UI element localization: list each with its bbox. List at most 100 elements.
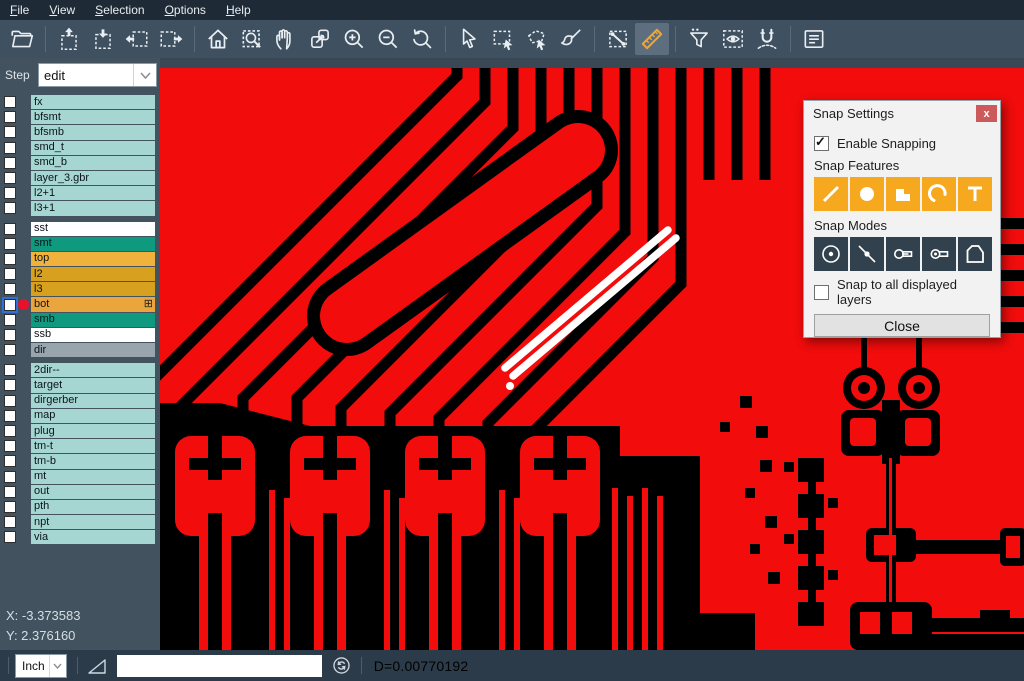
unit-select[interactable]: Inch <box>15 654 67 678</box>
pan-up-button[interactable] <box>52 23 86 55</box>
snap-settings-button[interactable] <box>750 23 784 55</box>
layer-visibility-checkbox[interactable] <box>4 344 16 356</box>
layer-visibility-checkbox[interactable] <box>4 111 16 123</box>
command-input[interactable] <box>117 655 322 677</box>
step-select[interactable]: edit <box>38 63 157 87</box>
enable-snapping-checkbox[interactable] <box>814 136 829 151</box>
layer-name-chip[interactable]: npt <box>31 515 155 529</box>
snap-feature-surface-button[interactable] <box>886 177 920 211</box>
zoom-previous-button[interactable] <box>405 23 439 55</box>
enable-snapping-row[interactable]: Enable Snapping <box>814 136 990 151</box>
layer-visibility-checkbox[interactable] <box>4 410 16 422</box>
layer-name-chip[interactable]: smd_b <box>31 156 155 170</box>
layer-name-chip[interactable]: smd_t <box>31 141 155 155</box>
layer-name-chip[interactable]: l2 <box>31 267 155 281</box>
layer-row-smb[interactable]: smb <box>0 313 160 327</box>
snap-mode-pad-end-button[interactable] <box>922 237 956 271</box>
layer-visibility-checkbox[interactable] <box>4 187 16 199</box>
layer-visibility-checkbox[interactable] <box>4 486 16 498</box>
layer-name-chip[interactable]: smb <box>31 313 155 327</box>
snap-mode-pad-entry-button[interactable] <box>886 237 920 271</box>
layer-name-chip[interactable]: l3 <box>31 282 155 296</box>
layer-row-2dir--[interactable]: 2dir-- <box>0 363 160 377</box>
dialog-close-button[interactable]: x <box>976 105 997 122</box>
layer-row-layer_3.gbr[interactable]: layer_3.gbr <box>0 171 160 185</box>
layer-row-bfsmb[interactable]: bfsmb <box>0 125 160 139</box>
snap-mode-center-button[interactable] <box>814 237 848 271</box>
menu-view[interactable]: View <box>39 1 85 19</box>
layer-name-chip[interactable]: fx <box>31 95 155 109</box>
select-rectangle-button[interactable] <box>486 23 520 55</box>
layer-visibility-checkbox[interactable] <box>4 455 16 467</box>
snap-feature-text-button[interactable] <box>958 177 992 211</box>
layer-visibility-checkbox[interactable] <box>4 157 16 169</box>
snap-mode-point-on-line-button[interactable] <box>850 237 884 271</box>
layer-name-chip[interactable]: tm-b <box>31 454 155 468</box>
layer-name-chip[interactable]: dir <box>31 343 155 357</box>
layer-visibility-checkbox[interactable] <box>4 516 16 528</box>
layer-row-smt[interactable]: smt <box>0 237 160 251</box>
layer-visibility-checkbox[interactable] <box>4 238 16 250</box>
pan-hand-button[interactable] <box>269 23 303 55</box>
paint-brush-button[interactable] <box>554 23 588 55</box>
layer-visibility-checkbox[interactable] <box>4 202 16 214</box>
angle-tool[interactable] <box>87 657 107 675</box>
layer-row-tm-t[interactable]: tm-t <box>0 439 160 453</box>
layer-row-target[interactable]: target <box>0 378 160 392</box>
refresh-tool[interactable] <box>332 656 351 675</box>
layer-visibility-checkbox[interactable] <box>4 253 16 265</box>
snap-mode-profile-button[interactable] <box>958 237 992 271</box>
layer-name-chip[interactable]: tm-t <box>31 439 155 453</box>
layer-name-chip[interactable]: target <box>31 378 155 392</box>
layer-name-chip[interactable]: top <box>31 252 155 266</box>
ruler-button[interactable] <box>635 23 669 55</box>
layer-row-l3+1[interactable]: l3+1 <box>0 201 160 215</box>
layer-row-l3[interactable]: l3 <box>0 282 160 296</box>
snap-feature-pad-button[interactable] <box>850 177 884 211</box>
layer-row-smd_t[interactable]: smd_t <box>0 141 160 155</box>
layer-row-smd_b[interactable]: smd_b <box>0 156 160 170</box>
layer-visibility-checkbox[interactable] <box>4 314 16 326</box>
layer-row-map[interactable]: map <box>0 409 160 423</box>
layer-row-l2[interactable]: l2 <box>0 267 160 281</box>
report-panel-button[interactable] <box>797 23 831 55</box>
layer-row-l2+1[interactable]: l2+1 <box>0 186 160 200</box>
layer-row-dir[interactable]: dir <box>0 343 160 357</box>
layer-name-chip[interactable]: via <box>31 530 155 544</box>
layer-visibility-checkbox[interactable] <box>4 283 16 295</box>
home-view-button[interactable] <box>201 23 235 55</box>
layer-name-chip[interactable]: out <box>31 485 155 499</box>
layer-name-chip[interactable]: smt <box>31 237 155 251</box>
all-layers-row[interactable]: Snap to all displayed layers <box>814 277 990 307</box>
dialog-close-action-button[interactable]: Close <box>814 314 990 337</box>
pan-down-button[interactable] <box>86 23 120 55</box>
dialog-title-bar[interactable]: Snap Settings x <box>804 101 1000 125</box>
zoom-in-button[interactable] <box>337 23 371 55</box>
layer-visibility-checkbox[interactable] <box>4 531 16 543</box>
open-folder-button[interactable] <box>5 23 39 55</box>
layer-row-pth[interactable]: pth <box>0 500 160 514</box>
pan-right-button[interactable] <box>154 23 188 55</box>
fit-selection-button[interactable] <box>303 23 337 55</box>
zoom-window-button[interactable] <box>235 23 269 55</box>
all-layers-checkbox[interactable] <box>814 285 829 300</box>
layer-row-fx[interactable]: fx <box>0 95 160 109</box>
layer-row-ssb[interactable]: ssb <box>0 328 160 342</box>
layer-name-chip[interactable]: plug <box>31 424 155 438</box>
layer-name-chip[interactable]: sst <box>31 222 155 236</box>
layer-row-mt[interactable]: mt <box>0 470 160 484</box>
menu-file[interactable]: File <box>0 1 39 19</box>
layer-name-chip[interactable]: mt <box>31 470 155 484</box>
layer-visibility-checkbox[interactable] <box>4 440 16 452</box>
menu-selection[interactable]: Selection <box>85 1 154 19</box>
layer-visibility-checkbox[interactable] <box>4 501 16 513</box>
layer-visibility-checkbox[interactable] <box>4 471 16 483</box>
layer-visibility-checkbox[interactable] <box>4 364 16 376</box>
layer-visibility-checkbox[interactable] <box>4 299 16 311</box>
layer-row-tm-b[interactable]: tm-b <box>0 454 160 468</box>
menu-options[interactable]: Options <box>155 1 216 19</box>
layer-name-chip[interactable]: dirgerber <box>31 394 155 408</box>
layer-row-npt[interactable]: npt <box>0 515 160 529</box>
select-cursor-button[interactable] <box>452 23 486 55</box>
layer-name-chip[interactable]: bfsmb <box>31 125 155 139</box>
